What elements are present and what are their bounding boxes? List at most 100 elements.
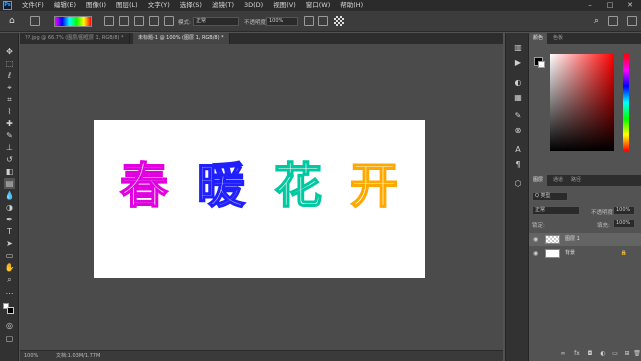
hand-tool-icon[interactable]: ✋ bbox=[4, 262, 15, 273]
tab-document-1[interactable]: ??.jpg @ 66.7% (图层/图框层 1, RGB/8) * bbox=[20, 33, 130, 44]
menu-help[interactable]: 帮助(H) bbox=[335, 0, 368, 11]
background-color-swatch[interactable] bbox=[538, 61, 545, 68]
mode-dropdown[interactable]: 正常 bbox=[193, 17, 239, 26]
canvas-text-char: 暖 bbox=[196, 157, 246, 215]
maximize-icon[interactable]: □ bbox=[600, 0, 620, 11]
menu-window[interactable]: 窗口(W) bbox=[301, 0, 336, 11]
workspace-icon[interactable] bbox=[608, 16, 618, 26]
gradient-tool-icon[interactable]: ▤ bbox=[4, 178, 15, 189]
more-tools-icon[interactable]: ⋯ bbox=[4, 288, 15, 299]
layer-opacity-label: 不透明度: bbox=[591, 210, 615, 216]
lock-icon: 🔒 bbox=[620, 250, 627, 256]
eraser-tool-icon[interactable]: ◧ bbox=[4, 166, 15, 177]
panel-icon-strip: ▥ ▶ ◐ ▦ ✎ ⊗ A ¶ ⬡ bbox=[505, 33, 529, 361]
layer-style-icon[interactable]: fx bbox=[573, 350, 581, 358]
diamond-gradient-icon[interactable] bbox=[164, 16, 174, 26]
menu-3d[interactable]: 3D(D) bbox=[239, 0, 268, 11]
tab-layers[interactable]: 图层 bbox=[529, 175, 548, 186]
brushes-panel-icon[interactable]: ✎ bbox=[513, 111, 523, 121]
dodge-tool-icon[interactable]: ◑ bbox=[4, 202, 15, 213]
menu-view[interactable]: 视图(V) bbox=[268, 0, 301, 11]
tab-channels[interactable]: 通道 bbox=[549, 175, 567, 186]
home-icon[interactable]: ⌂ bbox=[9, 16, 19, 26]
quick-mask-icon[interactable]: ◎ bbox=[4, 320, 15, 331]
type-tool-icon[interactable]: T bbox=[4, 226, 15, 237]
linear-gradient-icon[interactable] bbox=[104, 16, 114, 26]
new-layer-icon[interactable]: ⊞ bbox=[623, 350, 631, 358]
layer-row[interactable]: ◉ 背景 🔒 bbox=[529, 247, 641, 260]
quick-select-tool-icon[interactable]: ⌖ bbox=[4, 82, 15, 93]
layer-row[interactable]: ◉ 图层 1 bbox=[529, 233, 641, 246]
layer-opacity-field[interactable]: 100% bbox=[613, 206, 635, 215]
status-bar: 100% 文档:1.03M/1.77M bbox=[20, 350, 503, 361]
zoom-level[interactable]: 100% bbox=[24, 351, 38, 361]
3d-panel-icon[interactable]: ⬡ bbox=[513, 179, 523, 189]
tool-preset-icon[interactable] bbox=[30, 16, 40, 26]
transparency-icon[interactable] bbox=[334, 16, 344, 26]
visibility-eye-icon[interactable]: ◉ bbox=[533, 247, 538, 260]
adjustment-layer-icon[interactable]: ◐ bbox=[599, 350, 607, 358]
marquee-tool-icon[interactable]: ⬚ bbox=[4, 58, 15, 69]
brush-tool-icon[interactable]: ✎ bbox=[4, 130, 15, 141]
menu-select[interactable]: 选择(S) bbox=[175, 0, 207, 11]
tab-paths[interactable]: 路径 bbox=[567, 175, 585, 186]
character-panel-icon[interactable]: A bbox=[513, 145, 523, 155]
paragraph-panel-icon[interactable]: ¶ bbox=[513, 160, 523, 170]
angle-gradient-icon[interactable] bbox=[134, 16, 144, 26]
screen-mode-icon[interactable]: ▢ bbox=[4, 333, 15, 344]
history-panel-icon[interactable]: ▥ bbox=[513, 43, 523, 53]
clone-source-icon[interactable]: ⊗ bbox=[513, 126, 523, 136]
menu-file[interactable]: 文件(F) bbox=[17, 0, 49, 11]
canvas-text-char: 花 bbox=[273, 157, 323, 215]
menu-filter[interactable]: 滤镜(T) bbox=[207, 0, 239, 11]
tab-color[interactable]: 颜色 bbox=[529, 33, 548, 44]
adjustments-panel-icon[interactable]: ◐ bbox=[513, 78, 523, 88]
add-mask-icon[interactable]: ◘ bbox=[586, 350, 594, 358]
eyedropper-tool-icon[interactable]: ⌇ bbox=[4, 106, 15, 117]
blend-mode-dropdown[interactable]: 正常 bbox=[532, 206, 580, 215]
crop-tool-icon[interactable]: ⌗ bbox=[4, 94, 15, 105]
layers-panel-header: 图层 通道 路径 bbox=[529, 175, 641, 186]
healing-tool-icon[interactable]: ✚ bbox=[4, 118, 15, 129]
libraries-panel-icon[interactable]: ▦ bbox=[513, 93, 523, 103]
foreground-color-swatch[interactable] bbox=[7, 307, 14, 314]
menu-type[interactable]: 文字(Y) bbox=[143, 0, 175, 11]
hue-slider[interactable] bbox=[623, 54, 629, 151]
tab-document-2[interactable]: 未标题-1 @ 100% (图层 1, RGB/8) * bbox=[133, 33, 230, 44]
layer-filter-dropdown[interactable]: Q 类型 bbox=[532, 192, 568, 201]
document-canvas[interactable]: 春 暖 花 开 bbox=[94, 120, 425, 278]
share-icon[interactable] bbox=[627, 16, 637, 26]
search-icon[interactable]: ⌕ bbox=[594, 16, 604, 26]
reflected-gradient-icon[interactable] bbox=[149, 16, 159, 26]
close-icon[interactable]: ✕ bbox=[620, 0, 640, 11]
document-tabs: ??.jpg @ 66.7% (图层/图框层 1, RGB/8) * 未标题-1… bbox=[20, 33, 503, 44]
radial-gradient-icon[interactable] bbox=[119, 16, 129, 26]
opacity-field[interactable]: 100% bbox=[266, 17, 298, 26]
shape-tool-icon[interactable]: ▭ bbox=[4, 250, 15, 261]
minimize-icon[interactable]: – bbox=[580, 0, 600, 11]
visibility-eye-icon[interactable]: ◉ bbox=[533, 233, 538, 246]
color-picker-field[interactable] bbox=[550, 54, 614, 151]
pen-tool-icon[interactable]: ✒ bbox=[4, 214, 15, 225]
lasso-tool-icon[interactable]: ℓ bbox=[4, 70, 15, 81]
menu-layer[interactable]: 图层(L) bbox=[111, 0, 143, 11]
fill-field[interactable]: 100% bbox=[613, 219, 635, 228]
dither-checkbox[interactable] bbox=[318, 16, 328, 26]
menu-edit[interactable]: 编辑(E) bbox=[49, 0, 81, 11]
gradient-picker[interactable] bbox=[54, 16, 92, 27]
opacity-label: 不透明度: bbox=[244, 20, 268, 26]
zoom-tool-icon[interactable]: ⌕ bbox=[4, 274, 15, 285]
stamp-tool-icon[interactable]: ⊥ bbox=[4, 142, 15, 153]
blur-tool-icon[interactable]: 💧 bbox=[4, 190, 15, 201]
new-group-icon[interactable]: ▭ bbox=[611, 350, 619, 358]
path-select-tool-icon[interactable]: ➤ bbox=[4, 238, 15, 249]
layer-name: 图层 1 bbox=[565, 236, 580, 242]
link-layers-icon[interactable]: ∞ bbox=[559, 350, 567, 358]
history-brush-tool-icon[interactable]: ↺ bbox=[4, 154, 15, 165]
actions-panel-icon[interactable]: ▶ bbox=[513, 58, 523, 68]
delete-layer-icon[interactable]: 🗑 bbox=[633, 350, 641, 358]
move-tool-icon[interactable]: ✥ bbox=[4, 46, 15, 57]
tab-swatches[interactable]: 色板 bbox=[549, 33, 567, 44]
reverse-checkbox[interactable] bbox=[304, 16, 314, 26]
menu-image[interactable]: 图像(I) bbox=[81, 0, 111, 11]
